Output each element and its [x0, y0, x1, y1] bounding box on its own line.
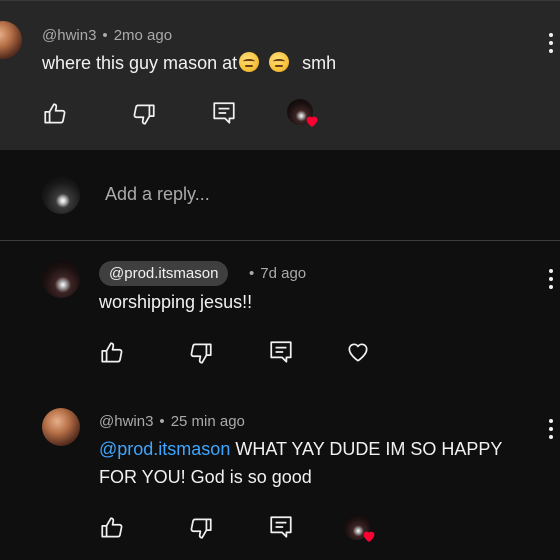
separator: •	[249, 265, 255, 282]
heart-icon	[304, 113, 320, 129]
comment-meta: • 7d ago	[249, 265, 306, 282]
more-icon[interactable]	[548, 33, 554, 55]
creator-handle-badge[interactable]: @prod.itsmason	[99, 261, 229, 286]
reply-input[interactable]: Add a reply...	[105, 184, 210, 205]
dislike-icon[interactable]	[188, 340, 214, 366]
comment-trailing: smh	[302, 53, 337, 73]
comment-body-line2: FOR YOU! God is so good	[99, 467, 312, 487]
comment-text: @prod.itsmason WHAT YAY DUDE IM SO HAPPY…	[99, 435, 539, 491]
reply-bar: Add a reply...	[0, 150, 560, 240]
heart-icon[interactable]	[345, 339, 371, 365]
divider	[0, 240, 560, 241]
reply-icon[interactable]	[268, 339, 294, 365]
like-icon[interactable]	[99, 515, 125, 541]
comment-time: 25 min ago	[170, 413, 245, 430]
reply-icon[interactable]	[268, 514, 294, 540]
unamused-face-icon	[239, 52, 260, 72]
comment-author[interactable]: @hwin3	[99, 413, 153, 430]
avatar[interactable]	[42, 260, 80, 298]
like-icon[interactable]	[99, 340, 125, 366]
comment-meta: @hwin3 • 25 min ago	[99, 413, 245, 430]
comment-author[interactable]: @hwin3	[42, 27, 96, 44]
user-avatar	[42, 176, 80, 214]
more-icon[interactable]	[548, 419, 554, 441]
comment-text: worshipping jesus!!	[99, 292, 253, 312]
unamused-face-icon	[269, 52, 290, 72]
comment-time: 7d ago	[260, 265, 307, 282]
comment-body: where this guy mason at	[42, 53, 238, 73]
separator: •	[159, 413, 165, 430]
comment-text: where this guy mason at smh	[42, 49, 336, 77]
reply-icon[interactable]	[211, 100, 237, 126]
comment-body-line1: WHAT YAY DUDE IM SO HAPPY	[235, 439, 503, 459]
separator: •	[102, 27, 108, 44]
comment-meta: @hwin3 • 2mo ago	[42, 27, 172, 44]
comment-time: 2mo ago	[113, 27, 173, 44]
more-icon[interactable]	[548, 269, 554, 291]
dislike-icon[interactable]	[188, 515, 214, 541]
highlighted-comment: @hwin3 • 2mo ago where this guy mason at s…	[0, 0, 560, 151]
dislike-icon[interactable]	[131, 101, 157, 127]
mention-link[interactable]: @prod.itsmason	[99, 439, 230, 459]
avatar[interactable]	[42, 408, 80, 446]
avatar[interactable]	[0, 21, 22, 59]
like-icon[interactable]	[42, 101, 68, 127]
heart-icon	[361, 528, 377, 544]
